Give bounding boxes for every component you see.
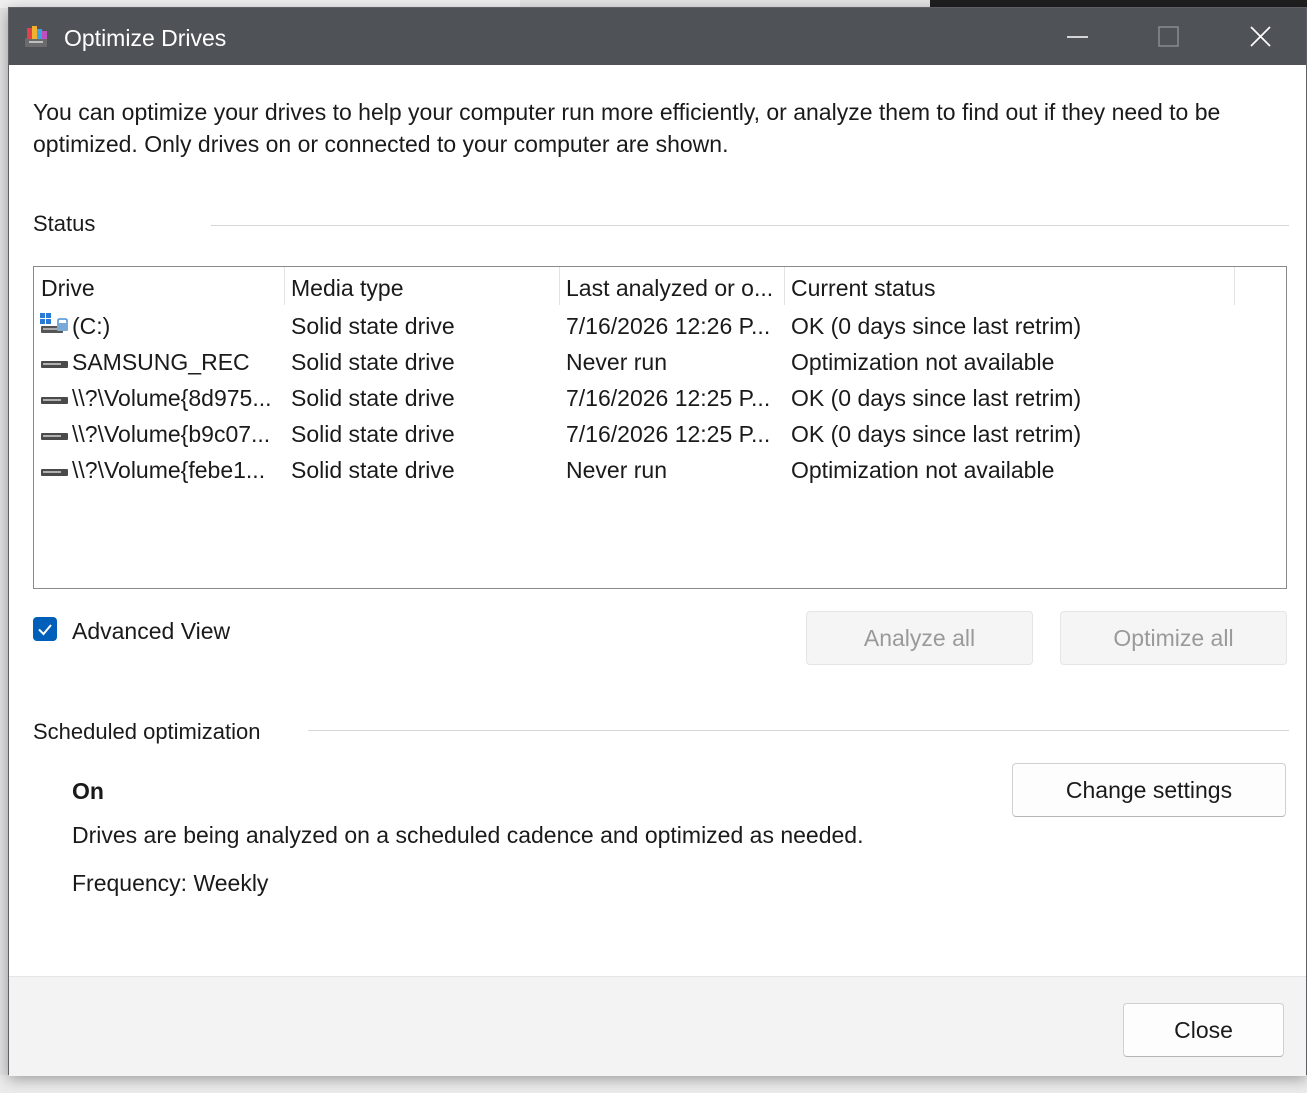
column-separator[interactable]	[559, 267, 560, 305]
drive-row[interactable]: \\?\Volume{b9c07... Solid state drive 7/…	[34, 417, 1286, 453]
drive-icon	[41, 397, 68, 404]
maximize-button[interactable]	[1122, 8, 1214, 65]
advanced-view-label[interactable]: Advanced View	[72, 618, 230, 645]
drive-name: \\?\Volume{b9c07...	[72, 421, 271, 447]
drive-row[interactable]: \\?\Volume{febe1... Solid state drive Ne…	[34, 453, 1286, 489]
last-analyzed: 7/16/2026 12:25 P...	[566, 421, 771, 447]
schedule-frequency: Frequency: Weekly	[72, 870, 269, 896]
media-type: Solid state drive	[291, 457, 455, 483]
close-button[interactable]: Close	[1123, 1003, 1284, 1057]
title-bar[interactable]: Optimize Drives	[9, 8, 1306, 65]
last-analyzed: 7/16/2026 12:25 P...	[566, 385, 771, 411]
last-analyzed: 7/16/2026 12:26 P...	[566, 313, 771, 339]
optimize-all-button[interactable]: Optimize all	[1060, 611, 1287, 665]
change-settings-button[interactable]: Change settings	[1012, 763, 1286, 817]
windows-drive-icon	[40, 313, 68, 333]
drive-name: (C:)	[72, 313, 111, 339]
schedule-status: On	[72, 778, 104, 804]
intro-text: You can optimize your drives to help you…	[33, 99, 1221, 157]
minimize-button[interactable]	[1031, 8, 1123, 65]
drive-name: \\?\Volume{8d975...	[72, 385, 272, 411]
scheduled-section-divider	[308, 730, 1289, 731]
drive-name: \\?\Volume{febe1...	[72, 457, 266, 483]
column-header-media-type[interactable]: Media type	[291, 275, 556, 302]
background-bottom-strip	[0, 1075, 1307, 1093]
current-status: OK (0 days since last retrim)	[791, 313, 1082, 339]
drive-icon	[41, 469, 68, 476]
media-type: Solid state drive	[291, 349, 455, 375]
schedule-description: Drives are being analyzed on a scheduled…	[72, 822, 864, 848]
current-status: Optimization not available	[791, 349, 1055, 375]
column-separator[interactable]	[284, 267, 285, 305]
current-status: OK (0 days since last retrim)	[791, 385, 1082, 411]
drive-name: SAMSUNG_REC	[72, 349, 250, 375]
close-window-button[interactable]	[1214, 8, 1306, 65]
last-analyzed: Never run	[566, 457, 667, 483]
status-section-label: Status	[33, 211, 96, 236]
media-type: Solid state drive	[291, 313, 455, 339]
drive-row[interactable]: SAMSUNG_REC Solid state drive Never run …	[34, 345, 1286, 381]
drive-icon	[41, 433, 68, 440]
media-type: Solid state drive	[291, 385, 455, 411]
drive-icon	[41, 361, 68, 368]
current-status: Optimization not available	[791, 457, 1055, 483]
column-separator[interactable]	[1234, 267, 1235, 305]
drives-list-header: Drive Media type Last analyzed or o... C…	[34, 267, 1286, 311]
status-section-divider	[211, 225, 1289, 226]
checkmark-icon	[38, 624, 52, 636]
dialog-footer: Close	[9, 976, 1306, 1076]
maximize-icon	[1158, 26, 1179, 47]
current-status: OK (0 days since last retrim)	[791, 421, 1082, 447]
analyze-all-button[interactable]: Analyze all	[806, 611, 1033, 665]
close-icon	[1250, 26, 1271, 47]
scheduled-optimization-label: Scheduled optimization	[33, 719, 261, 744]
column-header-current-status[interactable]: Current status	[791, 275, 1231, 302]
defrag-app-icon	[25, 26, 47, 47]
advanced-view-checkbox[interactable]	[33, 617, 57, 641]
media-type: Solid state drive	[291, 421, 455, 447]
drive-row[interactable]: (C:) Solid state drive 7/16/2026 12:26 P…	[34, 309, 1286, 345]
minimize-icon	[1067, 36, 1088, 38]
window-title: Optimize Drives	[64, 25, 227, 51]
drive-row[interactable]: \\?\Volume{8d975... Solid state drive 7/…	[34, 381, 1286, 417]
column-separator[interactable]	[784, 267, 785, 305]
last-analyzed: Never run	[566, 349, 667, 375]
drives-list[interactable]: Drive Media type Last analyzed or o... C…	[33, 266, 1287, 589]
column-header-drive[interactable]: Drive	[41, 275, 281, 302]
column-header-last-analyzed[interactable]: Last analyzed or o...	[566, 275, 781, 302]
optimize-drives-window: Optimize Drives You can optimize your dr…	[8, 7, 1307, 1076]
